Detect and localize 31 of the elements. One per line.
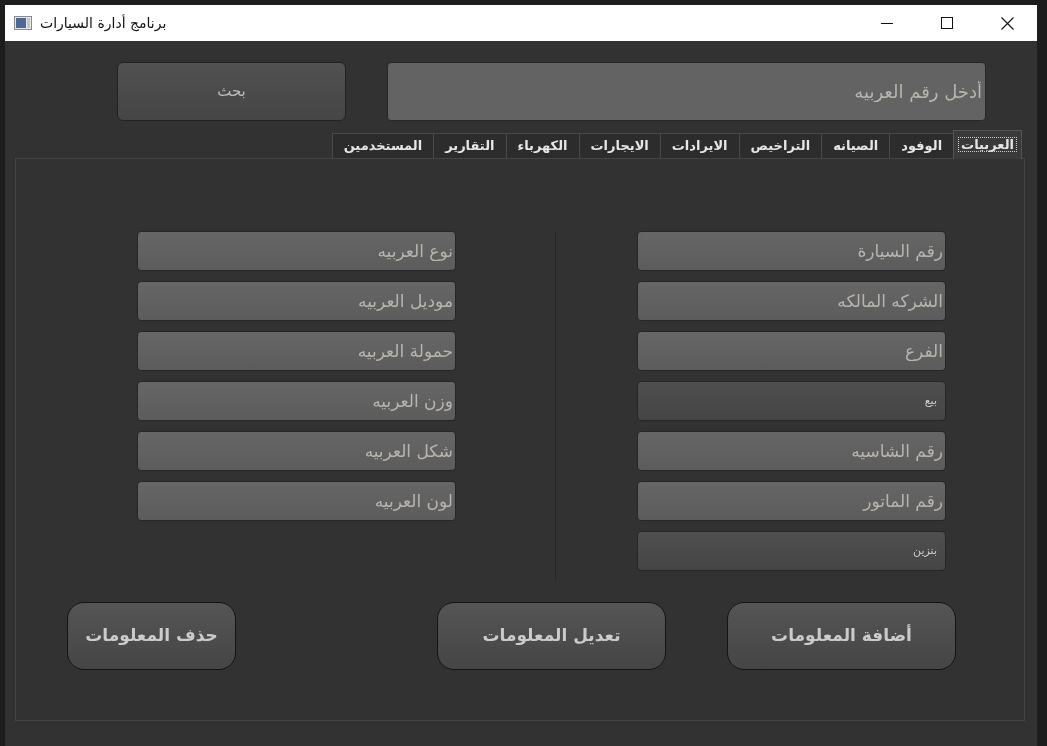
search-button[interactable]: بحث [117,62,346,121]
input-field[interactable]: رقم الماتور [637,481,946,521]
action-button[interactable]: أضافة المعلومات [727,602,956,670]
input-field[interactable]: لون العربيه [137,481,456,521]
window-title: برنامج أدارة السيارات [40,13,167,34]
action-button[interactable]: تعديل المعلومات [437,602,666,670]
input-field[interactable]: الشركه المالكه [637,281,946,321]
tab[interactable]: التراخيص [738,133,823,158]
close-icon [1000,16,1014,30]
input-field[interactable]: رقم الشاسيه [637,431,946,471]
tab[interactable]: العربيات [953,130,1022,159]
dropdown-field[interactable]: بيع [637,381,946,421]
input-field[interactable]: رقم السيارة [637,231,946,271]
input-field[interactable]: موديل العربيه [137,281,456,321]
input-field[interactable]: وزن العربيه [137,381,456,421]
tab[interactable]: الكهرباء [505,133,580,158]
app-icon [14,16,32,30]
input-field[interactable]: شكل العربيه [137,431,456,471]
tab[interactable]: الايجارات [578,133,661,158]
action-button[interactable]: حذف المعلومات [67,602,236,670]
input-field[interactable]: حمولة العربيه [137,331,456,371]
minimize-icon [881,22,893,24]
tab[interactable]: الوفود [889,133,955,158]
tab[interactable]: التقارير [433,133,507,158]
tab[interactable]: الايرادات [659,133,740,158]
input-field[interactable]: نوع العربيه [137,231,456,271]
tab[interactable]: المستخدمين [331,133,435,158]
maximize-icon [941,17,953,29]
input-field[interactable]: الفرع [637,331,946,371]
tab[interactable]: الصيانه [821,133,891,158]
dropdown-field[interactable]: بنزين [637,531,946,571]
